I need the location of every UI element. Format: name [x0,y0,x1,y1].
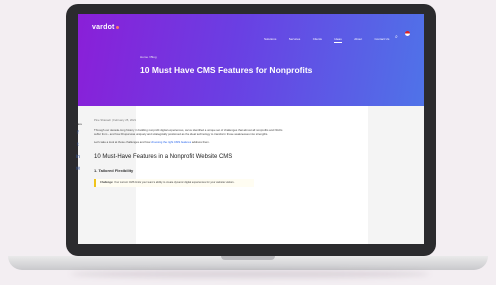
menu-item-solutions[interactable]: Solutions [264,37,276,41]
email-icon[interactable]: ✉ [72,167,84,172]
second-paragraph: Let's take a look at those challenges an… [94,140,284,144]
challenge-callout: Challenge: Your current CMS limits your … [94,179,254,187]
logo-dot [115,25,119,29]
share-label: Share [73,122,82,126]
menu-item-services[interactable]: Services [289,37,301,41]
hero-banner: vardot Solutions Services Clients Ideas … [78,14,424,106]
article-meta: Pine Sharaeh | February 25, 2021 [94,118,137,122]
menu-item-ideas[interactable]: Ideas [334,37,342,43]
nav-icons: ⌕ [395,25,413,43]
linkedin-icon[interactable]: in [72,155,84,160]
menu-item-contact-us[interactable]: Contact Us [374,37,389,41]
page-title: 10 Must Have CMS Features for Nonprofits [140,65,313,75]
top-navigation: vardot Solutions Services Clients Ideas … [78,14,424,45]
site-logo[interactable]: vardot [92,24,119,31]
callout-text: Your current CMS limits your team's abil… [113,181,235,184]
subsection-heading: 1. Tailored Flexibility [94,168,134,173]
menu-item-about[interactable]: About [354,37,362,41]
menu-item-clients[interactable]: Clients [313,37,322,41]
logo-text: vardot [92,24,115,31]
cms-features-link[interactable]: choosing the right CMS features [151,140,191,144]
search-icon[interactable]: ⌕ [395,34,398,40]
article-content: Pine Sharaeh | February 25, 2021 Through… [94,118,284,187]
facebook-icon[interactable]: f [72,131,84,136]
intro-paragraph: Through our decade-long history in build… [94,128,283,136]
callout-label: Challenge: [100,181,114,184]
twitter-icon[interactable]: t [72,143,84,148]
flag-icon[interactable] [405,31,411,37]
share-bar: Share f t in ✉ [72,122,84,179]
laptop-shadow [70,270,430,278]
para2-suffix: address them. [191,140,210,144]
main-menu: Solutions Services Clients Ideas About C… [264,27,397,45]
laptop-notch [221,256,275,260]
section-heading: 10 Must-Have Features in a Nonprofit Web… [94,154,233,160]
para2-prefix: Let's take a look at those challenges an… [94,140,152,144]
breadcrumb[interactable]: Home / Blog [140,55,157,59]
